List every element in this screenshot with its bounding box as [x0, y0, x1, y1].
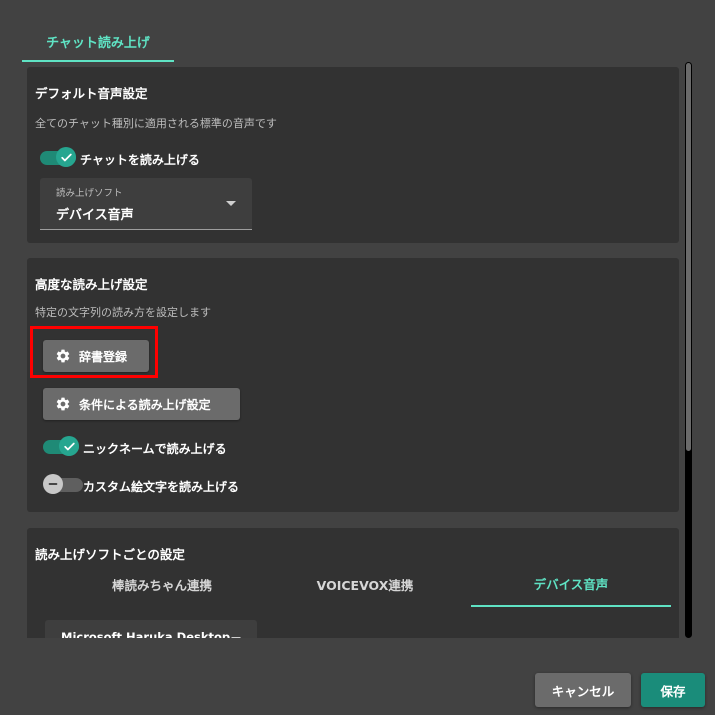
default-voice-description: 全てのチャット種別に適用される標準の音声です — [35, 117, 277, 130]
check-icon — [60, 153, 72, 161]
read-chat-label: チャットを読み上げる — [80, 153, 200, 167]
highlight-box — [30, 326, 158, 378]
scrollbar-thumb[interactable] — [686, 63, 691, 451]
nickname-label: ニックネームで読み上げる — [83, 442, 227, 456]
conditional-reading-label: 条件による読み上げ設定 — [79, 397, 211, 412]
custom-emoji-toggle[interactable] — [43, 472, 83, 496]
subtab-device-voice[interactable]: デバイス音声 — [471, 561, 671, 607]
toggle-knob — [59, 436, 79, 456]
caret-down-icon — [226, 201, 236, 206]
default-voice-title: デフォルト音声設定 — [35, 86, 148, 101]
subtab-bouyomichan[interactable]: 棒読みちゃん連携 — [64, 561, 260, 607]
read-chat-toggle[interactable] — [40, 145, 80, 169]
subtab-voicevox[interactable]: VOICEVOX連携 — [267, 561, 463, 607]
cancel-button[interactable]: キャンセル — [535, 673, 631, 707]
check-icon — [63, 442, 75, 450]
conditional-reading-button[interactable]: 条件による読み上げ設定 — [43, 388, 240, 420]
settings-scroll-area: デフォルト音声設定 全てのチャット種別に適用される標準の音声です チャットを読み… — [22, 64, 682, 638]
nickname-toggle[interactable] — [43, 434, 83, 458]
software-select[interactable]: 読み上げソフト デバイス音声 — [40, 178, 252, 230]
toggle-knob — [43, 474, 63, 494]
scrollbar[interactable] — [685, 62, 692, 638]
advanced-reading-title: 高度な読み上げ設定 — [35, 277, 148, 292]
save-button[interactable]: 保存 — [641, 673, 705, 707]
custom-emoji-label: カスタム絵文字を読み上げる — [83, 480, 240, 494]
advanced-reading-card: 高度な読み上げ設定 特定の文字列の読み方を設定します 辞書登録 条件による読み上… — [27, 258, 679, 512]
voice-select-value: Microsoft Haruka Desktop — [61, 630, 231, 638]
default-voice-card: デフォルト音声設定 全てのチャット種別に適用される標準の音声です チャットを読み… — [27, 67, 679, 243]
gear-icon — [56, 397, 70, 411]
minus-icon — [48, 483, 58, 485]
advanced-reading-description: 特定の文字列の読み方を設定します — [35, 306, 211, 319]
toggle-knob — [56, 147, 76, 167]
caret-down-icon — [231, 637, 241, 638]
software-select-label: 読み上げソフト — [56, 188, 123, 199]
voice-select[interactable]: Microsoft Haruka Desktop — [45, 620, 257, 638]
tab-chat-reading[interactable]: チャット読み上げ — [22, 22, 174, 62]
software-select-value: デバイス音声 — [56, 208, 134, 223]
